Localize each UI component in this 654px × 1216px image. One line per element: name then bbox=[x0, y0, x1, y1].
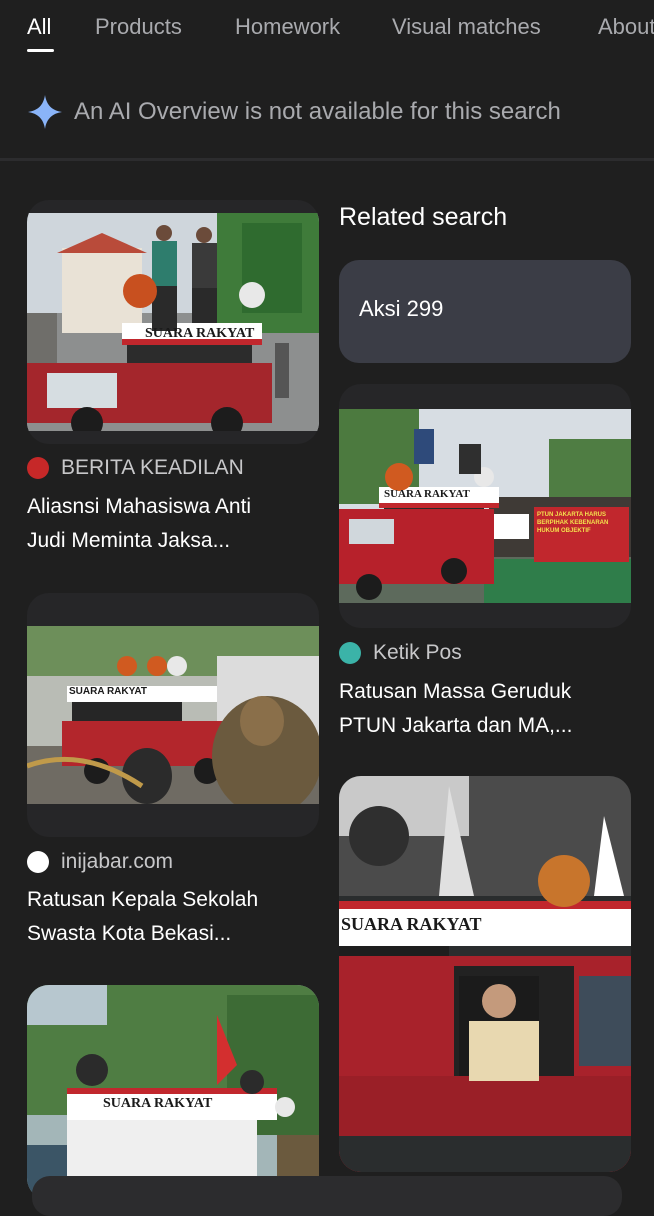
title-line: Ratusan Kepala Sekolah bbox=[27, 888, 259, 911]
source-name: inijabar.com bbox=[61, 850, 174, 873]
result-source-1[interactable]: BERITA KEADILAN bbox=[27, 456, 244, 480]
protest-banner-text: PTUN JAKARTA HARUS BERPIHAK KEBENARAN HU… bbox=[537, 512, 609, 534]
section-divider bbox=[0, 158, 654, 161]
result-image-1[interactable]: SUARA RAKYAT bbox=[27, 213, 319, 431]
result-title-2[interactable]: Ratusan Massa Geruduk PTUN Jakarta dan M… bbox=[339, 675, 639, 743]
result-source-3[interactable]: inijabar.com bbox=[27, 850, 173, 874]
title-line: Ratusan Massa Geruduk bbox=[339, 680, 572, 703]
result-title-1[interactable]: Aliasnsi Mahasiswa Anti Judi Meminta Jak… bbox=[27, 490, 327, 558]
ai-overview-text: An AI Overview is not available for this… bbox=[74, 98, 561, 125]
bottom-card-peek bbox=[32, 1176, 622, 1216]
active-tab-indicator bbox=[27, 49, 54, 52]
result-image-card-4[interactable]: SUARA RAKYAT bbox=[27, 985, 319, 1200]
ketik-pos-logo-icon bbox=[339, 642, 361, 664]
result-image-2[interactable]: SUARA RAKYAT PTUN JAKARTA HARUS BERPIHAK… bbox=[339, 409, 631, 603]
result-title-3[interactable]: Ratusan Kepala Sekolah Swasta Kota Bekas… bbox=[27, 883, 327, 951]
image-sign-text: SUARA RAKYAT bbox=[69, 686, 147, 697]
image-sign-text: SUARA RAKYAT bbox=[103, 1096, 213, 1111]
tab-visual-matches[interactable]: Visual matches bbox=[392, 14, 541, 40]
title-line: Swasta Kota Bekasi... bbox=[27, 922, 232, 945]
ai-overview-notice: An AI Overview is not available for this… bbox=[0, 70, 654, 158]
related-search-chip[interactable]: Aksi 299 bbox=[339, 260, 631, 363]
berita-keadilan-logo-icon bbox=[27, 457, 49, 479]
source-name: BERITA KEADILAN bbox=[61, 456, 244, 479]
title-line: PTUN Jakarta dan MA,... bbox=[339, 714, 573, 737]
image-sign-text: SUARA RAKYAT bbox=[145, 326, 255, 341]
tab-all[interactable]: All bbox=[27, 14, 51, 40]
result-source-2[interactable]: Ketik Pos bbox=[339, 641, 462, 665]
image-sign-text: SUARA RAKYAT bbox=[341, 914, 482, 934]
title-line: Aliasnsi Mahasiswa Anti bbox=[27, 495, 252, 518]
tab-homework[interactable]: Homework bbox=[235, 14, 340, 40]
result-image-5[interactable]: SUARA RAKYAT bbox=[339, 776, 631, 1172]
sparkle-icon bbox=[28, 95, 62, 129]
tab-about[interactable]: About bbox=[598, 14, 654, 40]
result-image-card-3[interactable]: SUARA RAKYAT bbox=[27, 593, 319, 837]
title-line: Judi Meminta Jaksa... bbox=[27, 529, 231, 552]
chip-label: Aksi 299 bbox=[359, 296, 444, 321]
image-sign-text: SUARA RAKYAT bbox=[384, 488, 470, 500]
search-tabs: All Products Homework Visual matches Abo… bbox=[0, 0, 654, 70]
inijabar-logo-icon bbox=[27, 851, 49, 873]
result-image-card-1[interactable]: SUARA RAKYAT bbox=[27, 200, 319, 444]
source-name: Ketik Pos bbox=[373, 641, 462, 664]
result-image-card-2[interactable]: SUARA RAKYAT PTUN JAKARTA HARUS BERPIHAK… bbox=[339, 384, 631, 628]
related-search-heading: Related search bbox=[339, 203, 508, 231]
result-image-3[interactable]: SUARA RAKYAT bbox=[27, 626, 319, 804]
result-image-card-5[interactable]: SUARA RAKYAT bbox=[339, 776, 631, 1172]
result-image-4[interactable]: SUARA RAKYAT bbox=[27, 985, 319, 1200]
tab-products[interactable]: Products bbox=[95, 14, 182, 40]
